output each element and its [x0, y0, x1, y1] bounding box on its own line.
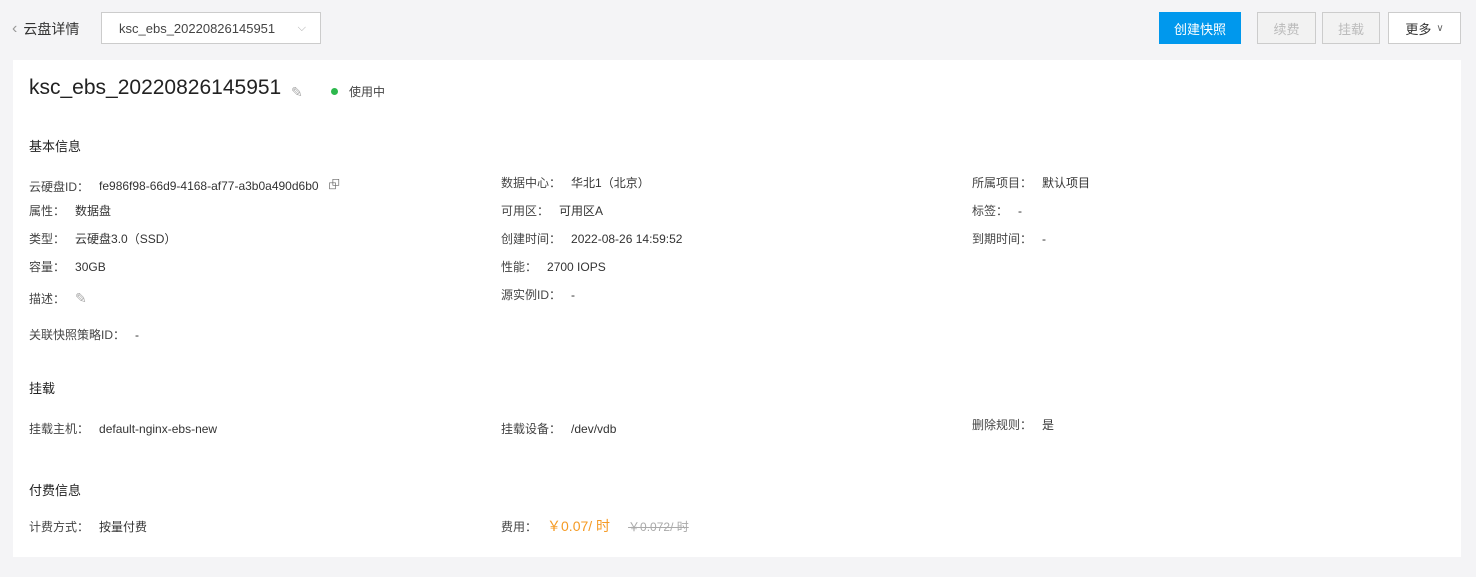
value: 30GB — [75, 259, 106, 274]
more-label: 更多 — [1405, 21, 1432, 37]
label: 创建时间： — [501, 232, 562, 246]
value: 按量付费 — [99, 520, 148, 534]
label: 费用： — [501, 519, 538, 534]
label: 关联快照策略ID： — [29, 328, 126, 342]
value: 数据盘 — [75, 204, 112, 218]
value: - — [1042, 231, 1047, 246]
field-snapshot-policy: 关联快照策略ID： - — [29, 326, 139, 343]
value: 2022-08-26 14:59:52 — [571, 231, 683, 246]
field-expiry: 到期时间： - — [972, 230, 1046, 247]
page-title: 云盘详情 — [23, 21, 80, 37]
field-type: 类型： 云硬盘3.0（SSD） — [29, 230, 176, 247]
disk-select[interactable]: ksc_ebs_20220826145951 ⌵ — [101, 12, 321, 44]
field-mount-host: 挂载主机： default-nginx-ebs-new — [29, 420, 217, 437]
value: fe986f98-66d9-4168-af77-a3b0a490d6b0 — [99, 179, 319, 193]
value: 是 — [1042, 418, 1055, 432]
value: 云硬盘3.0（SSD） — [75, 232, 177, 246]
field-project: 所属项目： 默认项目 — [972, 174, 1090, 191]
create-snapshot-button[interactable]: 创建快照 — [1159, 12, 1241, 44]
label: 标签： — [972, 204, 1009, 218]
more-button[interactable]: 更多 ∨ — [1388, 12, 1461, 44]
field-source-instance: 源实例ID： - — [501, 286, 575, 303]
label: 可用区： — [501, 204, 550, 218]
value: 华北1（北京） — [571, 176, 650, 190]
status-dot-icon — [331, 88, 338, 95]
chevron-down-icon: ⌵ — [297, 21, 306, 34]
copy-icon[interactable]: ⮺ — [329, 174, 340, 198]
edit-description-icon[interactable]: ✎ — [75, 290, 87, 307]
label: 类型： — [29, 232, 66, 246]
label: 源实例ID： — [501, 288, 562, 302]
label: 容量： — [29, 260, 66, 274]
field-mount-device: 挂载设备： /dev/vdb — [501, 420, 616, 437]
label: 挂载设备： — [501, 422, 562, 436]
back-button[interactable]: ‹ 云盘详情 — [12, 19, 79, 39]
label: 计费方式： — [29, 520, 90, 534]
label: 挂载主机： — [29, 422, 90, 436]
field-created: 创建时间： 2022-08-26 14:59:52 — [501, 230, 682, 247]
status-text: 使用中 — [349, 85, 386, 99]
original-price: ￥0.072/ 时 — [628, 519, 689, 534]
value: 默认项目 — [1042, 176, 1091, 190]
field-fee: 费用： ￥0.07/ 时 ￥0.072/ 时 — [501, 516, 689, 536]
value: - — [571, 287, 576, 302]
field-tags: 标签： - — [972, 202, 1022, 219]
label: 云硬盘ID： — [29, 179, 90, 194]
field-description: 描述： ✎ — [29, 290, 87, 307]
value: - — [135, 327, 140, 342]
section-billing: 付费信息 — [29, 483, 82, 498]
label: 属性： — [29, 204, 66, 218]
disk-name: ksc_ebs_20220826145951 — [29, 76, 282, 99]
field-billing-method: 计费方式： 按量付费 — [29, 518, 147, 535]
chevron-down-icon: ∨ — [1436, 22, 1444, 34]
renew-button[interactable]: 续费 — [1257, 12, 1316, 44]
value: 可用区A — [559, 204, 604, 218]
field-disk-id: 云硬盘ID： fe986f98-66d9-4168-af77-a3b0a490d6… — [29, 174, 340, 198]
label: 删除规则： — [972, 418, 1033, 432]
attach-button[interactable]: 挂载 — [1322, 12, 1380, 44]
value: /dev/vdb — [571, 421, 617, 436]
chevron-left-icon: ‹ — [12, 20, 18, 37]
edit-name-icon[interactable]: ✎ — [291, 84, 303, 101]
value: - — [1018, 203, 1023, 218]
label: 描述： — [29, 292, 66, 306]
label: 所属项目： — [972, 176, 1033, 190]
section-mount: 挂载 — [29, 381, 56, 396]
field-attribute: 属性： 数据盘 — [29, 202, 111, 219]
detail-panel — [13, 60, 1461, 557]
status-badge: 使用中 — [331, 83, 385, 100]
section-basic-info: 基本信息 — [29, 139, 82, 154]
disk-select-value: ksc_ebs_20220826145951 — [119, 20, 276, 36]
value: 2700 IOPS — [547, 259, 606, 274]
price: ￥0.07/ 时 — [547, 518, 611, 534]
label: 数据中心： — [501, 176, 562, 190]
field-capacity: 容量： 30GB — [29, 258, 106, 275]
field-datacenter: 数据中心： 华北1（北京） — [501, 174, 650, 191]
field-performance: 性能： 2700 IOPS — [501, 258, 606, 275]
label: 性能： — [501, 260, 538, 274]
mount-host-link[interactable]: default-nginx-ebs-new — [99, 422, 217, 436]
label: 到期时间： — [972, 232, 1033, 246]
field-zone: 可用区： 可用区A — [501, 202, 603, 219]
field-delete-rule: 删除规则： 是 — [972, 416, 1054, 433]
